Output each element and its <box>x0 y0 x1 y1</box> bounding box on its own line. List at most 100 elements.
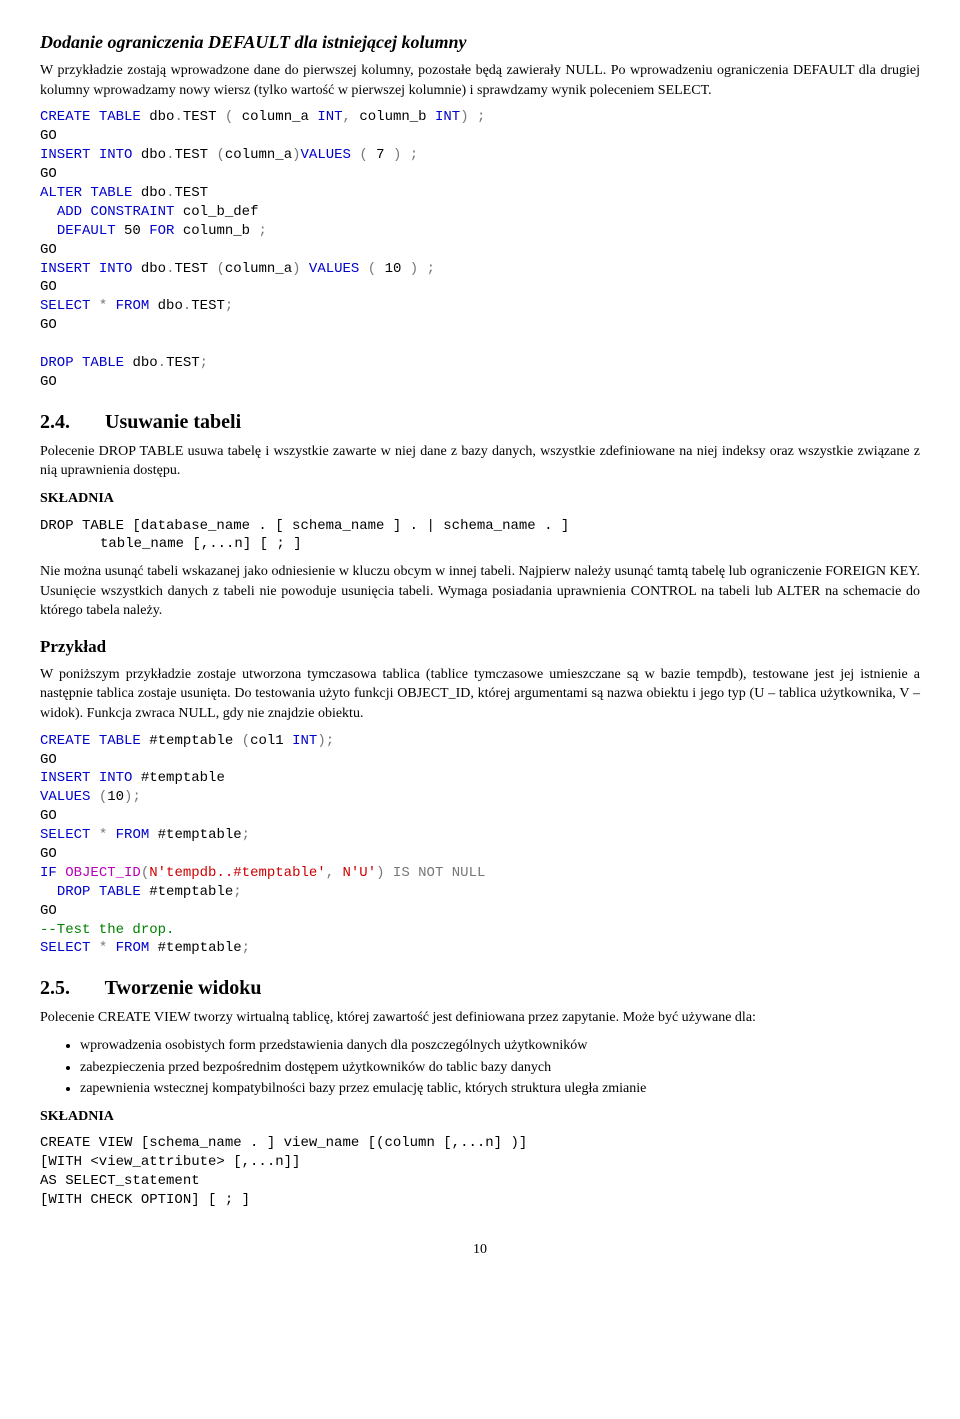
kw-from: FROM <box>116 940 150 956</box>
kw-alter: ALTER <box>40 185 82 201</box>
kw-select: SELECT <box>40 298 90 314</box>
paren: ( <box>359 147 367 163</box>
syntax-line: CREATE VIEW [schema_name . ] view_name [… <box>40 1135 527 1151</box>
syntax-line: DROP TABLE [database_name . [ schema_nam… <box>40 518 569 534</box>
kw-from: FROM <box>116 298 150 314</box>
id-colbdef: col_b_def <box>183 204 259 220</box>
kw-select: SELECT <box>40 827 90 843</box>
dot: . <box>174 109 182 125</box>
semi: ; <box>242 827 250 843</box>
kw-table: TABLE <box>82 355 124 371</box>
dot: . <box>158 355 166 371</box>
go: GO <box>40 808 57 824</box>
go: GO <box>40 279 57 295</box>
comma: , <box>326 865 334 881</box>
kw-values: VALUES <box>309 261 359 277</box>
paren: ( <box>99 789 107 805</box>
num-50: 50 <box>124 223 141 239</box>
kw-values: VALUES <box>301 147 351 163</box>
go: GO <box>40 242 57 258</box>
label-skladnia-25: SKŁADNIA <box>40 1107 920 1127</box>
id-dbo: dbo <box>158 298 183 314</box>
kw-default: DEFAULT <box>57 223 116 239</box>
heading-przyklad: Przykład <box>40 635 920 659</box>
kw-int: INT <box>435 109 460 125</box>
paren: ( <box>225 109 233 125</box>
para-24-1: Polecenie DROP TABLE usuwa tabelę i wszy… <box>40 442 920 481</box>
kw-drop: DROP <box>40 355 74 371</box>
code-block-temptable: CREATE TABLE #temptable (col1 INT); GO I… <box>40 732 920 959</box>
syntax-line: [WITH CHECK OPTION] [ ; ] <box>40 1192 250 1208</box>
para-24-2: Nie można usunąć tabeli wskazanej jako o… <box>40 562 920 621</box>
id-test: TEST <box>174 261 208 277</box>
num-7: 7 <box>376 147 384 163</box>
page-number: 10 <box>40 1240 920 1260</box>
heading-default-constraint: Dodanie ograniczenia DEFAULT dla istniej… <box>40 30 920 55</box>
semi: ; <box>233 884 241 900</box>
bullet-item: wprowadzenia osobistych form przedstawie… <box>80 1036 920 1056</box>
kw-create: CREATE <box>40 109 90 125</box>
kw-null: NULL <box>452 865 486 881</box>
label-skladnia-24: SKŁADNIA <box>40 489 920 509</box>
id-dbo: dbo <box>141 147 166 163</box>
star: * <box>99 298 107 314</box>
star: * <box>99 827 107 843</box>
paren-semi: ); <box>124 789 141 805</box>
str-u: N'U' <box>343 865 377 881</box>
go: GO <box>40 846 57 862</box>
kw-is: IS <box>393 865 410 881</box>
heading-title-24: Usuwanie tabeli <box>105 411 241 433</box>
id-test: TEST <box>174 185 208 201</box>
para-25-1: Polecenie CREATE VIEW tworzy wirtualną t… <box>40 1008 920 1028</box>
kw-insert: INSERT <box>40 147 90 163</box>
kw-table: TABLE <box>99 884 141 900</box>
bullet-list-25: wprowadzenia osobistych form przedstawie… <box>40 1036 920 1099</box>
paren: ( <box>141 865 149 881</box>
id-temptable: #temptable <box>149 733 233 749</box>
go: GO <box>40 374 57 390</box>
heading-num-24: 2.4. <box>40 408 100 436</box>
id-test: TEST <box>166 355 200 371</box>
kw-select: SELECT <box>40 940 90 956</box>
kw-into: INTO <box>99 147 133 163</box>
paren: ( <box>368 261 376 277</box>
comma: , <box>343 109 351 125</box>
comment-test-drop: --Test the drop. <box>40 922 174 938</box>
id-col1: col1 <box>250 733 284 749</box>
syntax-drop-table: DROP TABLE [database_name . [ schema_nam… <box>40 517 920 555</box>
paren: ) <box>376 865 384 881</box>
id-cola: column_a <box>225 147 292 163</box>
paren: ) <box>393 147 401 163</box>
semi: ; <box>410 147 418 163</box>
kw-if: IF <box>40 865 57 881</box>
kw-table: TABLE <box>99 733 141 749</box>
paren: ) <box>292 261 300 277</box>
semi: ; <box>477 109 485 125</box>
paren: ( <box>242 733 250 749</box>
kw-create: CREATE <box>40 733 90 749</box>
bullet-item: zabezpieczenia przed bezpośrednim dostęp… <box>80 1058 920 1078</box>
paren: ) <box>410 261 418 277</box>
kw-from: FROM <box>116 827 150 843</box>
bullet-item: zapewnienia wstecznej kompatybilności ba… <box>80 1079 920 1099</box>
num-10: 10 <box>107 789 124 805</box>
id-dbo: dbo <box>149 109 174 125</box>
id-temptable: #temptable <box>158 940 242 956</box>
kw-int: INT <box>317 109 342 125</box>
para-default-intro: W przykładzie zostają wprowadzone dane d… <box>40 61 920 100</box>
go: GO <box>40 317 57 333</box>
go: GO <box>40 166 57 182</box>
go: GO <box>40 128 57 144</box>
kw-int: INT <box>292 733 317 749</box>
star: * <box>99 940 107 956</box>
syntax-line: AS SELECT_statement <box>40 1173 200 1189</box>
id-dbo: dbo <box>132 355 157 371</box>
heading-2-4: 2.4. Usuwanie tabeli <box>40 408 920 436</box>
id-colb: column_b <box>359 109 426 125</box>
id-dbo: dbo <box>141 185 166 201</box>
kw-into: INTO <box>99 261 133 277</box>
heading-2-5: 2.5. Tworzenie widoku <box>40 974 920 1002</box>
kw-not: NOT <box>418 865 443 881</box>
heading-title-25: Tworzenie widoku <box>105 977 262 999</box>
id-dbo: dbo <box>141 261 166 277</box>
